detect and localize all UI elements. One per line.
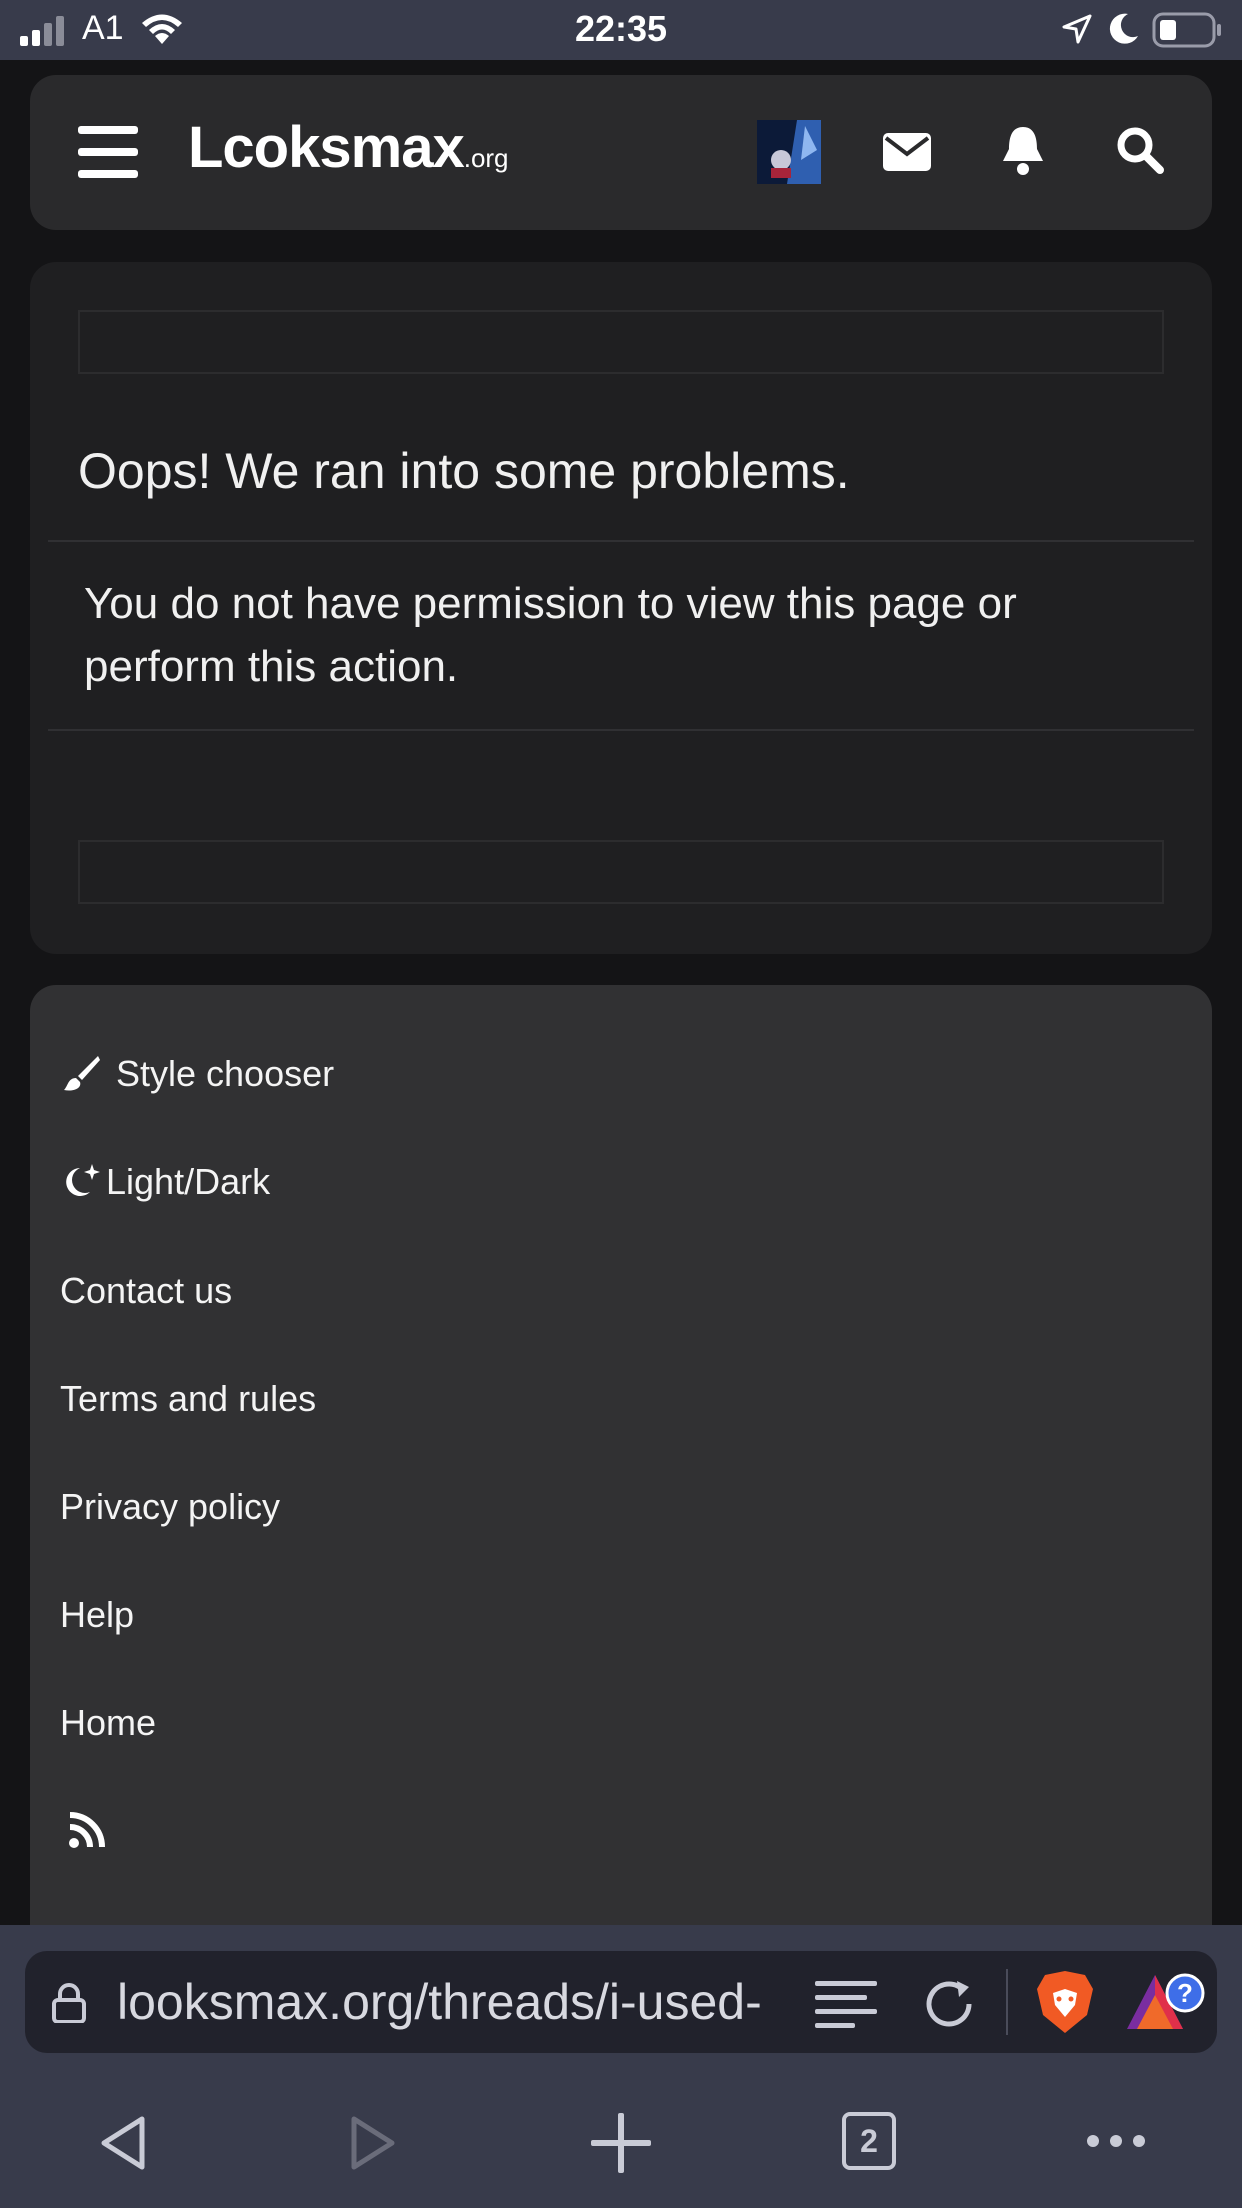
footer: Style chooser Light/Dark Contact us Term…: [30, 985, 1212, 1985]
search-icon[interactable]: [1115, 125, 1165, 175]
moon-icon: [1109, 13, 1138, 44]
site-logo[interactable]: Lcoksmax.org: [188, 119, 509, 177]
reload-icon[interactable]: [923, 1977, 977, 2031]
tabs-button[interactable]: 2: [842, 2112, 896, 2170]
status-bar: A1 22:35: [0, 0, 1242, 60]
clock: 22:35: [574, 8, 668, 49]
brave-rewards-icon[interactable]: ?: [1127, 1971, 1211, 2035]
home-link[interactable]: Home: [60, 1702, 156, 1744]
divider: [48, 540, 1194, 542]
svg-text:?: ?: [1177, 1978, 1193, 2008]
error-title: Oops! We ran into some problems.: [78, 443, 850, 499]
ad-placeholder-bottom: [78, 840, 1164, 904]
help-link[interactable]: Help: [60, 1594, 134, 1636]
more-menu-icon[interactable]: [1085, 2133, 1147, 2149]
forward-icon: [351, 2116, 395, 2170]
avatar[interactable]: [757, 120, 821, 184]
new-tab-icon[interactable]: [591, 2113, 651, 2173]
error-message: You do not have permission to view this …: [84, 579, 1017, 691]
url-text[interactable]: looksmax.org/threads/i-used-: [117, 1971, 817, 2033]
toolbar-divider: [1006, 1969, 1008, 2035]
lock-icon: [52, 1983, 86, 2023]
back-icon[interactable]: [100, 2115, 146, 2171]
contact-us-link[interactable]: Contact us: [60, 1270, 232, 1312]
browser-toolbar: looksmax.org/threads/i-used- ? 2: [0, 1925, 1242, 2208]
reader-mode-icon[interactable]: [815, 1979, 877, 2029]
divider: [48, 729, 1194, 731]
rss-icon[interactable]: [68, 1811, 106, 1849]
light-dark-toggle[interactable]: Light/Dark: [62, 1161, 270, 1203]
paintbrush-icon: [64, 1056, 100, 1091]
terms-and-rules-link[interactable]: Terms and rules: [60, 1378, 316, 1420]
privacy-policy-link[interactable]: Privacy policy: [60, 1486, 280, 1528]
envelope-icon[interactable]: [883, 133, 931, 171]
light-dark-label: Light/Dark: [106, 1161, 271, 1202]
battery-icon: [1152, 12, 1221, 48]
moon-stars-icon: [66, 1164, 100, 1196]
brave-shields-icon[interactable]: [1035, 1969, 1095, 2035]
menu-icon[interactable]: [78, 126, 138, 178]
address-bar[interactable]: looksmax.org/threads/i-used- ?: [25, 1951, 1217, 2053]
error-block: Oops! We ran into some problems. You do …: [30, 262, 1212, 954]
location-arrow-icon: [1062, 14, 1092, 44]
ad-placeholder-top: [78, 310, 1164, 374]
bell-icon[interactable]: [1001, 125, 1045, 177]
style-chooser-label: Style chooser: [116, 1053, 335, 1094]
site-header: Lcoksmax.org: [30, 75, 1212, 230]
style-chooser-link[interactable]: Style chooser: [62, 1053, 334, 1095]
